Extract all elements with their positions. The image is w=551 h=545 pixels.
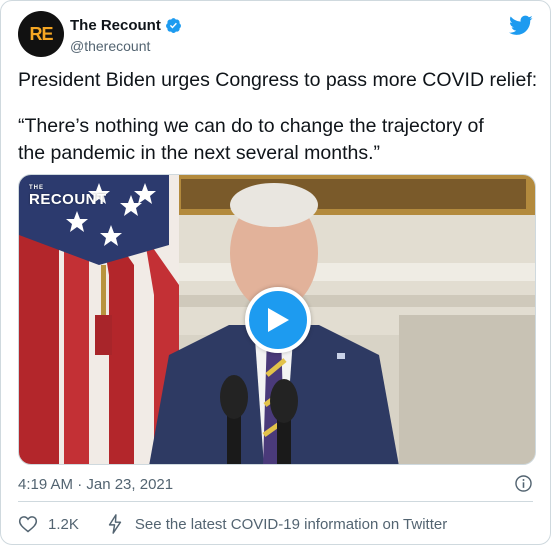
tweet-text: President Biden urges Congress to pass m…: [18, 67, 538, 167]
avatar-logo-text: RE: [29, 23, 53, 44]
tweet-card: RE The Recount @therecount President Bid…: [0, 0, 551, 545]
play-icon: [268, 308, 289, 332]
tweet-actions: 1.2K See the latest COVID-19 information…: [18, 513, 533, 535]
info-icon[interactable]: [514, 474, 533, 493]
tweet-quote-line: the pandemic in the next several months.…: [18, 142, 381, 164]
user-handle[interactable]: @therecount: [70, 38, 150, 54]
tweet-timestamp[interactable]: 4:19 AM · Jan 23, 2021: [18, 476, 173, 493]
like-button[interactable]: 1.2K: [18, 514, 79, 534]
like-count: 1.2K: [48, 515, 79, 533]
watermark-text: RECOUNT: [29, 191, 107, 208]
display-name[interactable]: The Recount: [70, 17, 161, 34]
twitter-bird-icon[interactable]: [509, 13, 533, 37]
tweet-timestamp-row: 4:19 AM · Jan 23, 2021: [18, 473, 533, 495]
lightning-bolt-icon: [108, 514, 122, 534]
divider: [18, 501, 533, 502]
video-player[interactable]: THE RECOUNT: [18, 174, 536, 465]
heart-icon: [18, 516, 38, 533]
verified-badge-icon: [165, 18, 181, 33]
tweet-quote-line: “There’s nothing we can do to change the…: [18, 115, 484, 137]
avatar[interactable]: RE: [18, 11, 64, 57]
play-button[interactable]: [245, 287, 311, 353]
covid-info-link[interactable]: See the latest COVID-19 information on T…: [107, 514, 447, 534]
covid-info-link-text: See the latest COVID-19 information on T…: [134, 515, 448, 533]
tweet-text-line: President Biden urges Congress to pass m…: [18, 69, 538, 91]
recount-watermark: THE RECOUNT: [29, 185, 107, 208]
name-row: The Recount: [70, 17, 182, 34]
tweet-header: RE The Recount @therecount: [18, 11, 533, 59]
